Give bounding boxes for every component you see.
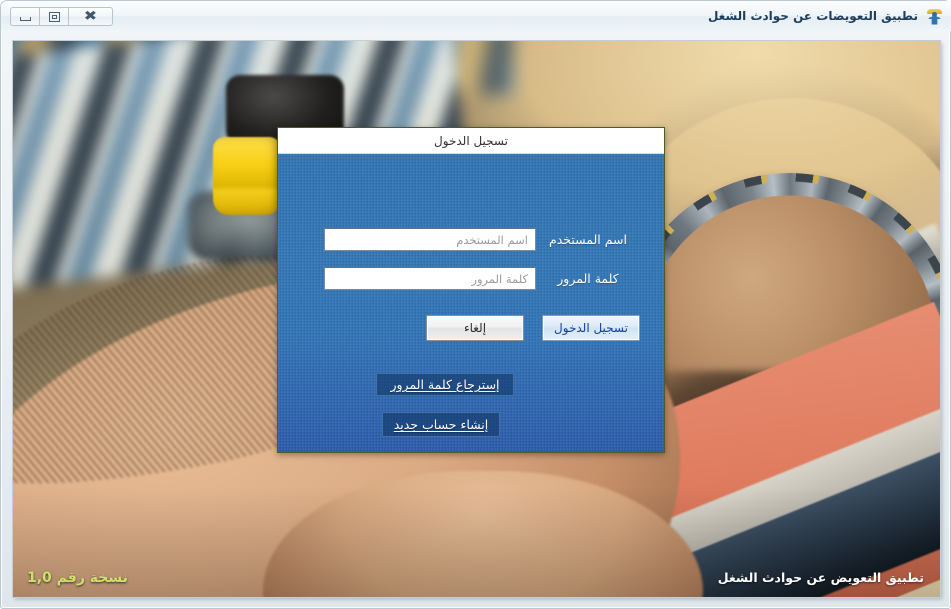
- password-label: كلمة المرور: [557, 271, 619, 286]
- window-title: تطبيق التعويضات عن حوادث الشغل: [707, 9, 918, 23]
- yellow-knob-decor: [213, 137, 281, 215]
- login-dialog: تسجيل الدخول اسم المستخدم كلمة المرور تس…: [277, 127, 665, 453]
- maximize-button[interactable]: [39, 7, 68, 26]
- password-input[interactable]: [324, 267, 536, 290]
- login-button[interactable]: تسجيل الدخول: [542, 315, 640, 341]
- dialog-action-buttons: تسجيل الدخول إلغاء: [426, 315, 640, 341]
- title-bar-left-group: تطبيق التعويضات عن حوادث الشغل: [708, 1, 943, 31]
- close-icon: ✖: [83, 9, 98, 24]
- version-label: نسخة رقم 1,0: [27, 570, 128, 586]
- body-shape: [928, 15, 941, 25]
- create-account-link[interactable]: إنشاء حساب جديد: [382, 412, 500, 437]
- window-frame: تطبيق التعويضات عن حوادث الشغل ✖ تسجيل ا…: [0, 0, 951, 609]
- window-controls: ✖: [10, 7, 113, 26]
- cancel-button[interactable]: إلغاء: [426, 315, 524, 341]
- content-area: تسجيل الدخول اسم المستخدم كلمة المرور تس…: [13, 41, 940, 597]
- close-button[interactable]: ✖: [68, 7, 113, 26]
- password-row: كلمة المرور: [324, 267, 640, 290]
- maximize-icon: [48, 11, 60, 22]
- app-name-label: تطبيق التعويض عن حوادث الشغل: [717, 570, 924, 585]
- title-bar[interactable]: تطبيق التعويضات عن حوادث الشغل ✖: [1, 1, 951, 31]
- worker-app-icon: [926, 8, 943, 25]
- minimize-icon: [19, 16, 31, 21]
- username-label: اسم المستخدم: [548, 232, 628, 247]
- login-dialog-body: اسم المستخدم كلمة المرور تسجيل الدخول إل…: [278, 154, 664, 452]
- minimize-button[interactable]: [10, 7, 39, 26]
- login-dialog-title: تسجيل الدخول: [434, 133, 508, 148]
- username-input[interactable]: [324, 228, 536, 251]
- username-row: اسم المستخدم: [324, 228, 640, 251]
- recover-password-link[interactable]: إسترجاع كلمة المرور: [376, 373, 514, 396]
- login-dialog-header: تسجيل الدخول: [278, 128, 664, 154]
- application-window: تطبيق التعويضات عن حوادث الشغل ✖ تسجيل ا…: [0, 0, 951, 609]
